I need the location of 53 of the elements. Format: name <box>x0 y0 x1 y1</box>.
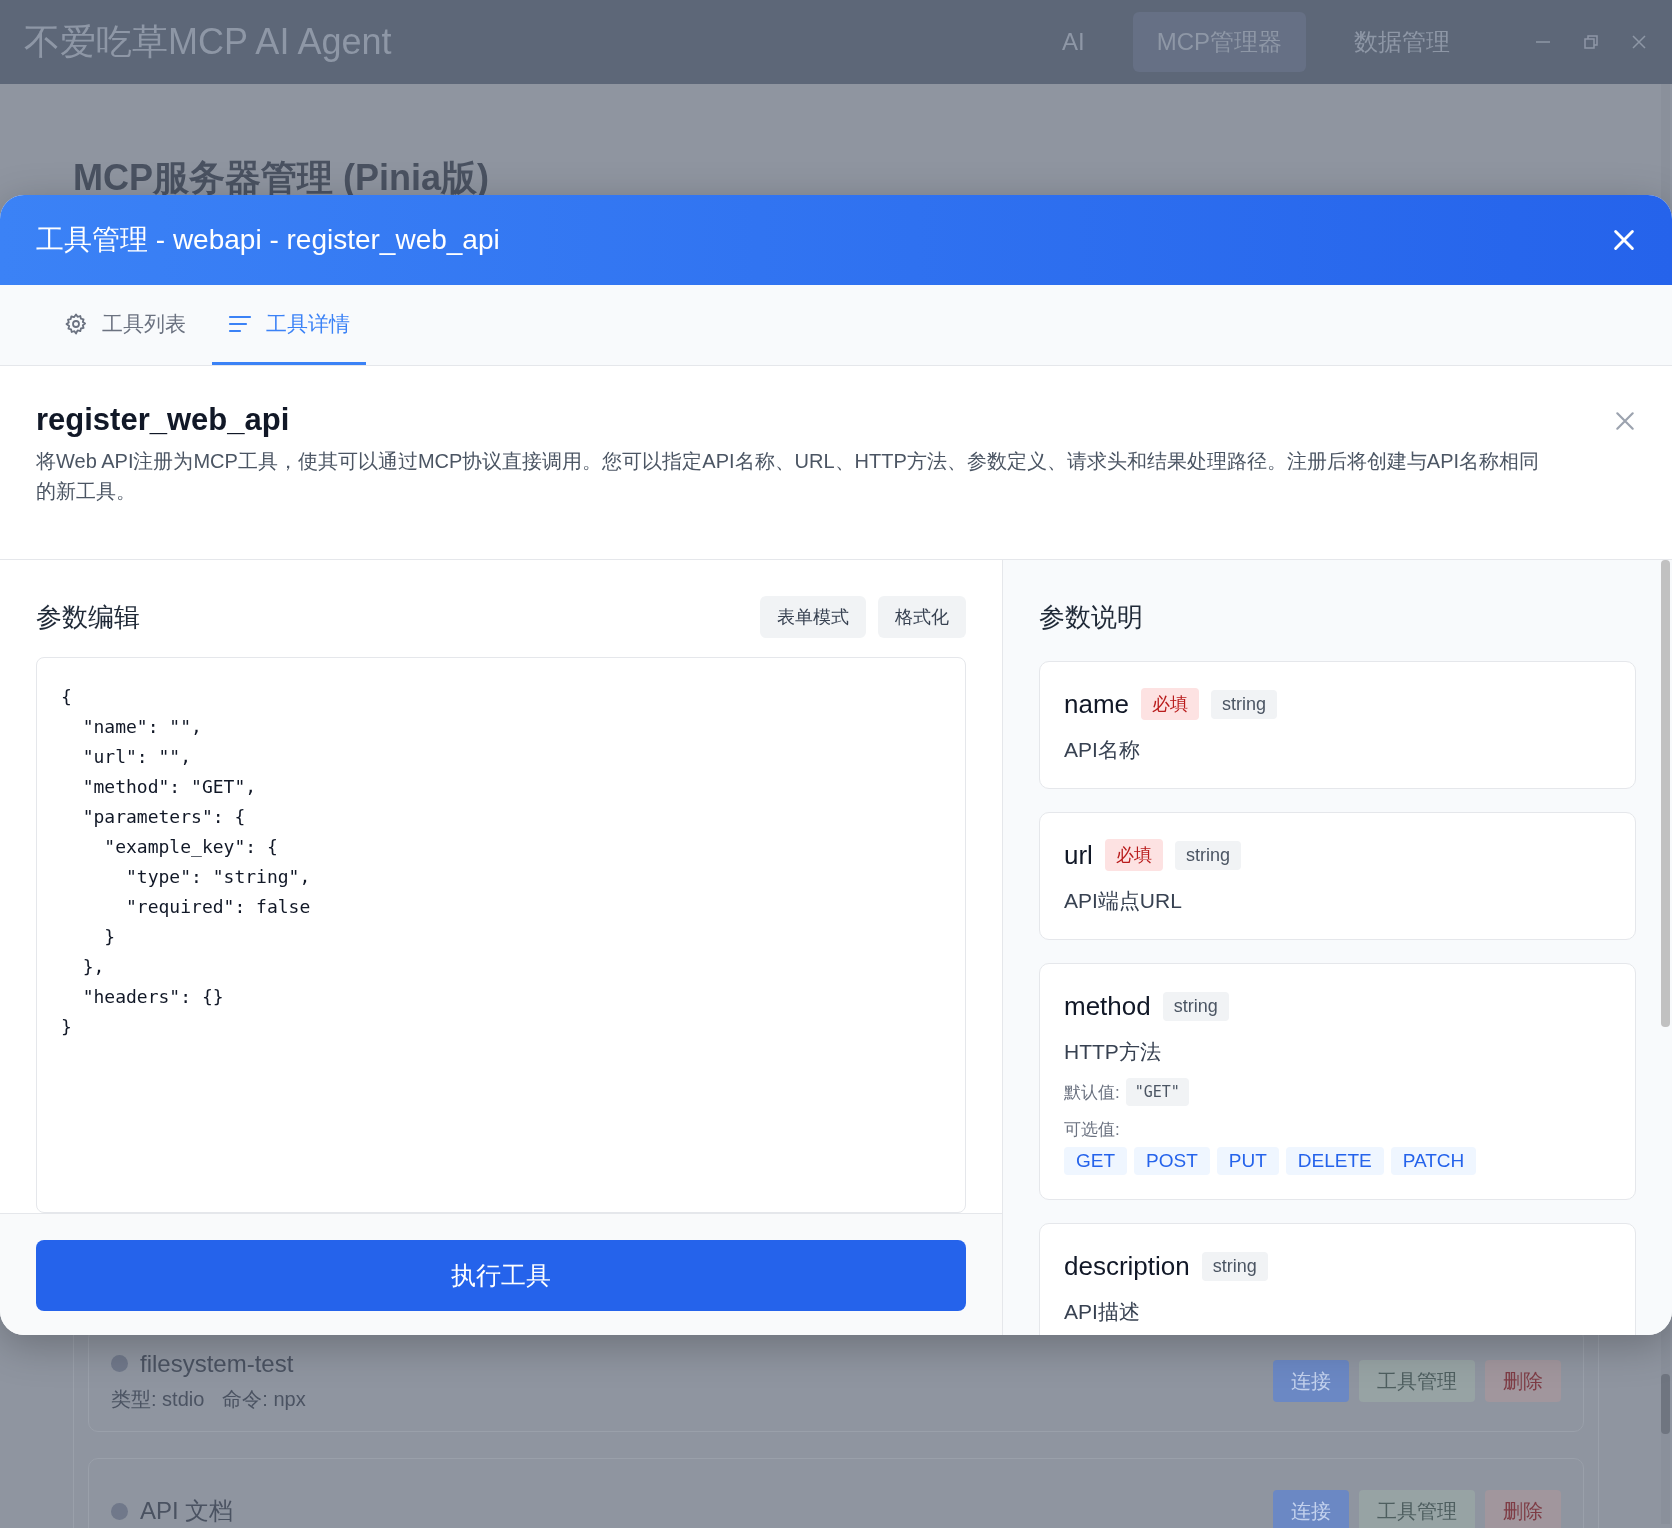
server-action-button[interactable]: 连接 <box>1273 1360 1349 1402</box>
required-tag: 必填 <box>1141 688 1200 720</box>
server-action-button[interactable]: 工具管理 <box>1359 1360 1475 1402</box>
lines-icon <box>228 313 252 334</box>
required-tag: 必填 <box>1104 839 1163 871</box>
server-action-button[interactable]: 删除 <box>1485 1360 1561 1402</box>
section-heading: 参数编辑 <box>36 600 141 634</box>
option-tag: DELETE <box>1285 1147 1384 1175</box>
param-description: API名称 <box>1064 737 1141 763</box>
type-tag: string <box>1211 689 1278 719</box>
server-name: API 文档 <box>140 1496 234 1526</box>
param-name: method <box>1064 990 1151 1022</box>
restore-icon[interactable] <box>1582 33 1600 51</box>
server-action-button[interactable]: 连接 <box>1273 1490 1349 1528</box>
param-description: API端点URL <box>1064 888 1183 914</box>
server-meta: 命令: npx <box>222 1386 306 1412</box>
param-name: name <box>1064 688 1130 720</box>
option-tag: GET <box>1064 1147 1128 1175</box>
tab[interactable]: 工具详情 <box>212 285 366 365</box>
tab[interactable]: 工具列表 <box>48 285 202 365</box>
server-meta: 类型: stdio <box>111 1386 205 1412</box>
param-description: HTTP方法 <box>1064 1039 1162 1065</box>
status-dot <box>111 1355 128 1372</box>
execute-button[interactable]: 执行工具 <box>36 1240 966 1311</box>
tool-name: register_web_api <box>36 402 291 438</box>
editor-button[interactable]: 格式化 <box>878 596 966 638</box>
param-name: url <box>1064 839 1093 871</box>
tool-description: 将Web API注册为MCP工具，使其可以通过MCP协议直接调用。您可以指定API名称、URL、HTTP方法、参数定义、请求头和结果处理路径。注册后将创建与API名称相同的新工具。 <box>36 449 1541 504</box>
option-tag: PATCH <box>1390 1147 1477 1175</box>
default-value: "GET" <box>1125 1078 1189 1106</box>
editor-button[interactable]: 表单模式 <box>760 596 866 638</box>
type-tag: string <box>1162 991 1229 1021</box>
close-button[interactable] <box>1612 228 1636 252</box>
server-action-button[interactable]: 删除 <box>1485 1490 1561 1528</box>
server-action-button[interactable]: 工具管理 <box>1359 1490 1475 1528</box>
default-label: 默认值: <box>1064 1081 1120 1104</box>
param-name: description <box>1064 1250 1190 1282</box>
option-tag: PUT <box>1216 1147 1279 1175</box>
close-button[interactable] <box>1614 410 1636 432</box>
status-dot <box>111 1502 128 1520</box>
type-tag: string <box>1174 840 1241 870</box>
close-icon[interactable] <box>1630 33 1648 51</box>
dialog-title: 工具管理 - webapi - register_web_api <box>36 223 501 257</box>
section-heading: 参数说明 <box>1039 600 1144 634</box>
option-tag: POST <box>1134 1147 1210 1175</box>
param-description: API描述 <box>1064 1299 1141 1325</box>
close-icon <box>1612 228 1636 252</box>
code-editor[interactable]: { "name": "", "url": "", "method": "GET", "parameters": { "example_key": { "type": "string", "required": false } }, "headers": {} } <box>36 657 966 1213</box>
server-name: filesystem-test <box>140 1349 294 1378</box>
close-icon <box>1614 410 1636 432</box>
options-label: 可选值: <box>1064 1119 1120 1141</box>
gear-icon <box>64 311 88 336</box>
type-tag: string <box>1201 1251 1268 1281</box>
